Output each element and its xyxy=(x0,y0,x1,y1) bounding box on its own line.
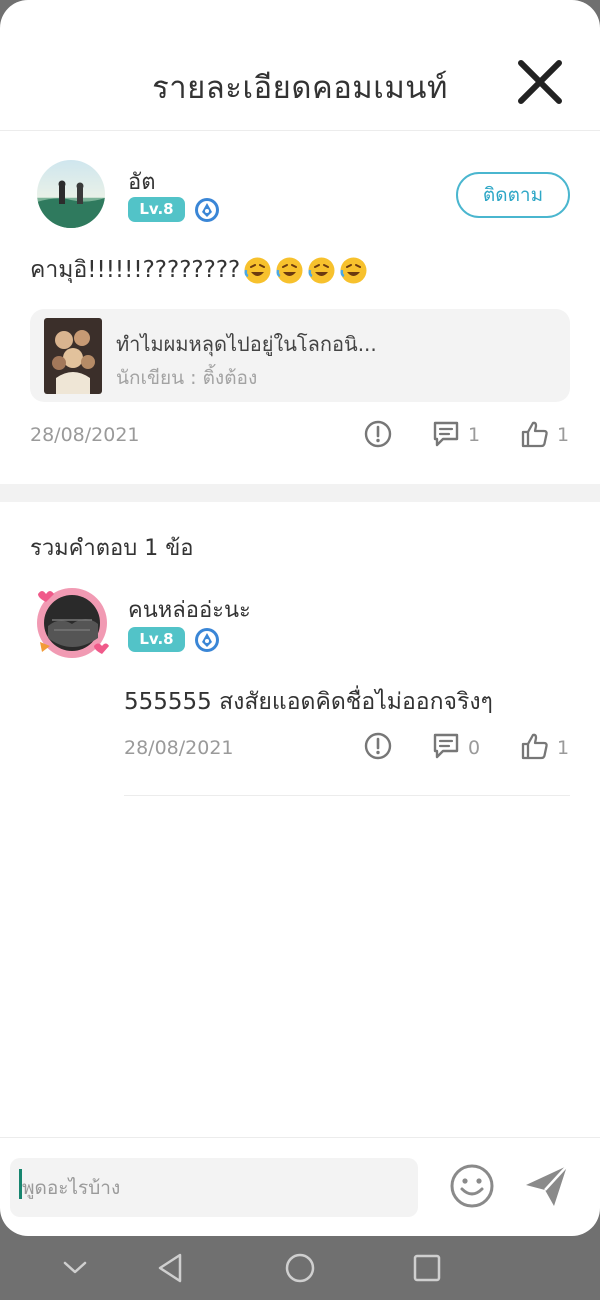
reply-divider xyxy=(124,795,570,796)
reply-report-icon[interactable] xyxy=(363,731,393,761)
comment-body: คามุอิ!!!!!!???????? xyxy=(30,257,241,283)
reply-reply-icon[interactable] xyxy=(431,731,461,761)
book-cover xyxy=(44,318,102,394)
avatar[interactable] xyxy=(37,160,105,228)
header: รายละเอียดคอมเมนท์ xyxy=(0,0,600,131)
username[interactable]: อัต xyxy=(128,164,156,199)
comment-text: คามุอิ!!!!!!???????? xyxy=(30,252,368,288)
chevron-down-icon xyxy=(63,1261,87,1274)
reply-level-badge: Lv.8 xyxy=(128,627,185,652)
reply-avatar[interactable] xyxy=(36,586,110,660)
system-nav-bar xyxy=(0,1236,600,1300)
book-title: ทำไมผมหลุดไปอยู่ในโลกอนิ... xyxy=(116,332,377,356)
comment-input-bar xyxy=(0,1137,600,1236)
follow-button[interactable]: ติดตาม xyxy=(456,172,570,218)
reply-date: 28/08/2021 xyxy=(124,737,234,759)
reply-reply-count: 0 xyxy=(468,737,481,759)
like-count: 1 xyxy=(557,424,570,446)
reply-count: 1 xyxy=(468,424,481,446)
replies-title: รวมคำตอบ 1 ข้อ xyxy=(30,536,194,561)
back-triangle-icon xyxy=(158,1253,182,1283)
nav-home-button[interactable] xyxy=(280,1248,320,1288)
like-icon[interactable] xyxy=(520,419,550,449)
report-icon[interactable] xyxy=(363,419,393,449)
reply-username[interactable]: คนหล่ออ่ะนะ xyxy=(128,592,251,627)
laughing-emoji-icon xyxy=(276,257,303,283)
reply-rank-icon xyxy=(195,628,219,652)
laughing-emoji-icon xyxy=(308,257,335,283)
nav-recents-button[interactable] xyxy=(407,1248,447,1288)
nav-hide-keyboard-button[interactable] xyxy=(55,1248,95,1288)
close-button[interactable] xyxy=(514,56,566,108)
emoji-button[interactable] xyxy=(448,1162,496,1210)
comment-date: 28/08/2021 xyxy=(30,424,140,446)
close-icon xyxy=(518,60,562,104)
smiley-icon xyxy=(450,1164,494,1208)
level-badge: Lv.8 xyxy=(128,197,185,222)
page-title: รายละเอียดคอมเมนท์ xyxy=(152,70,448,106)
emoji-group xyxy=(240,256,368,285)
nav-back-button[interactable] xyxy=(151,1248,191,1288)
send-icon xyxy=(526,1165,568,1206)
rank-icon xyxy=(195,198,219,222)
section-divider xyxy=(0,484,600,502)
reply-icon[interactable] xyxy=(431,419,461,449)
laughing-emoji-icon xyxy=(340,257,367,283)
recents-square-icon xyxy=(413,1254,441,1282)
reply-like-count: 1 xyxy=(557,737,570,759)
reply-like-icon[interactable] xyxy=(520,731,550,761)
book-author: นักเขียน : ติ้งต้อง xyxy=(116,367,258,389)
comment-detail-sheet: รายละเอียดคอมเมนท์ อัต Lv.8 ติดตาม คามุอ… xyxy=(0,0,600,1236)
home-circle-icon xyxy=(285,1253,315,1283)
reply-text: 555555 สงสัยแอดคิดชื่อไม่ออกจริงๆ xyxy=(124,689,493,715)
send-button[interactable] xyxy=(524,1163,570,1209)
laughing-emoji-icon xyxy=(244,257,271,283)
comment-input[interactable] xyxy=(10,1158,418,1217)
text-caret xyxy=(19,1169,22,1199)
book-card[interactable]: ทำไมผมหลุดไปอยู่ในโลกอนิ... นักเขียน : ต… xyxy=(30,309,570,402)
